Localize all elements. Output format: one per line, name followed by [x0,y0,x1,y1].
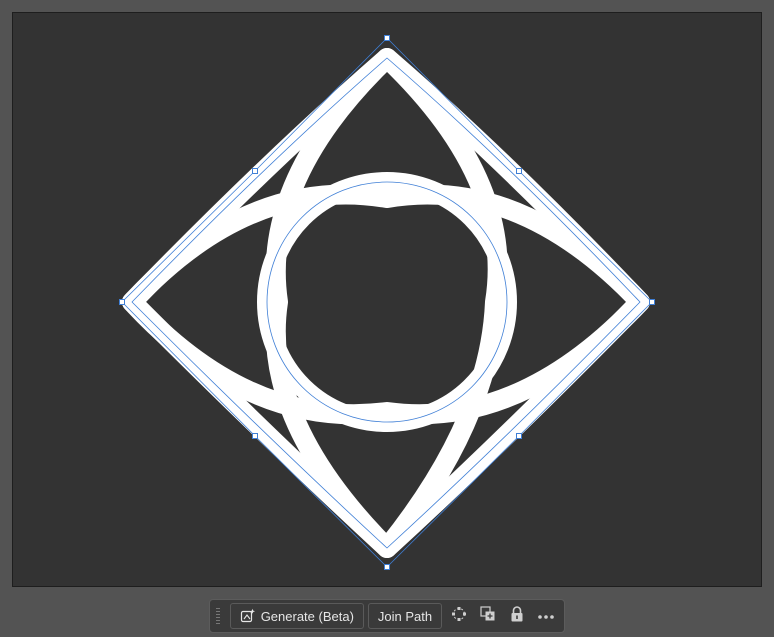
path-anchors-icon [450,605,468,628]
anchor-point[interactable] [384,564,390,570]
celtic-knot-artwork[interactable] [0,0,774,637]
lock-icon [509,605,525,628]
join-path-button[interactable]: Join Path [367,603,443,629]
selection-outline-star [121,37,653,568]
anchor-point[interactable] [384,35,390,41]
join-path-label: Join Path [377,608,433,624]
anchor-point[interactable] [252,433,258,439]
selection-outline-lens [131,57,641,549]
arrange-button[interactable] [475,603,500,629]
contextual-task-bar: Generate (Beta) Join Path [209,599,565,633]
canvas-workspace: Generate (Beta) Join Path [0,0,774,637]
anchor-point[interactable] [649,299,655,305]
generate-beta-button[interactable]: Generate (Beta) [229,603,364,629]
lock-button[interactable] [504,603,529,629]
star-path [122,48,650,558]
anchor-point[interactable] [516,433,522,439]
more-options-button[interactable] [533,603,558,629]
generate-icon [240,608,256,624]
anchor-point[interactable] [516,168,522,174]
anchor-point[interactable] [119,299,125,305]
path-anchors-button[interactable] [446,603,471,629]
generate-beta-label: Generate (Beta) [260,608,354,624]
anchor-point[interactable] [252,168,258,174]
arrange-icon [479,605,497,628]
drag-handle-icon[interactable] [214,606,222,626]
more-options-icon [537,607,555,625]
